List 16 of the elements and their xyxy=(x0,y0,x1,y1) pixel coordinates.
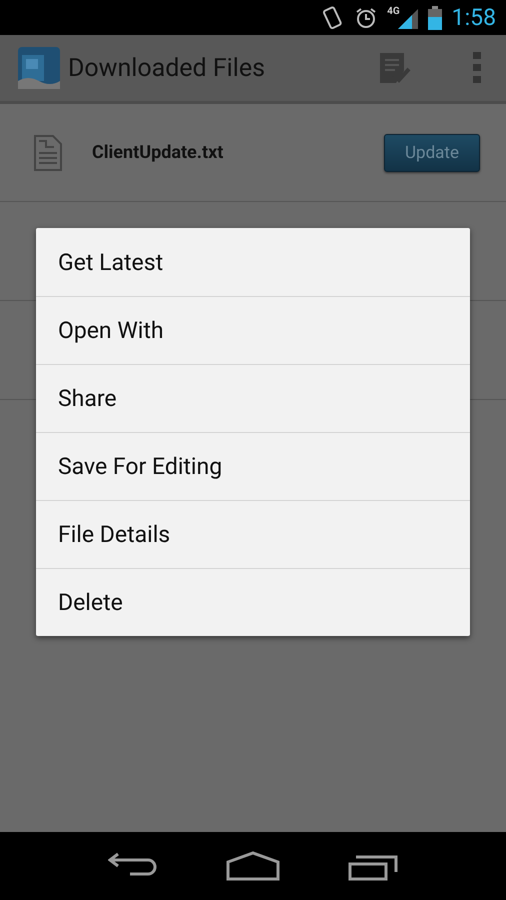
checklist-icon[interactable] xyxy=(378,51,412,85)
document-icon xyxy=(34,134,62,170)
menu-item[interactable]: Share xyxy=(36,364,470,432)
menu-item[interactable]: Delete xyxy=(36,568,470,636)
battery-icon xyxy=(428,6,442,30)
home-icon[interactable] xyxy=(226,851,280,881)
menu-item[interactable]: Open With xyxy=(36,296,470,364)
menu-item[interactable]: Save For Editing xyxy=(36,432,470,500)
signal-icon xyxy=(398,6,418,28)
network-type-label: 4G xyxy=(387,6,400,17)
alarm-clock-icon xyxy=(355,6,378,28)
menu-item[interactable]: File Details xyxy=(36,500,470,568)
clock-time: 1:58 xyxy=(452,4,496,31)
screen-title: Downloaded Files xyxy=(68,54,266,82)
menu-item[interactable]: Get Latest xyxy=(36,228,470,296)
file-name: ClientUpdate.txt xyxy=(92,142,224,163)
